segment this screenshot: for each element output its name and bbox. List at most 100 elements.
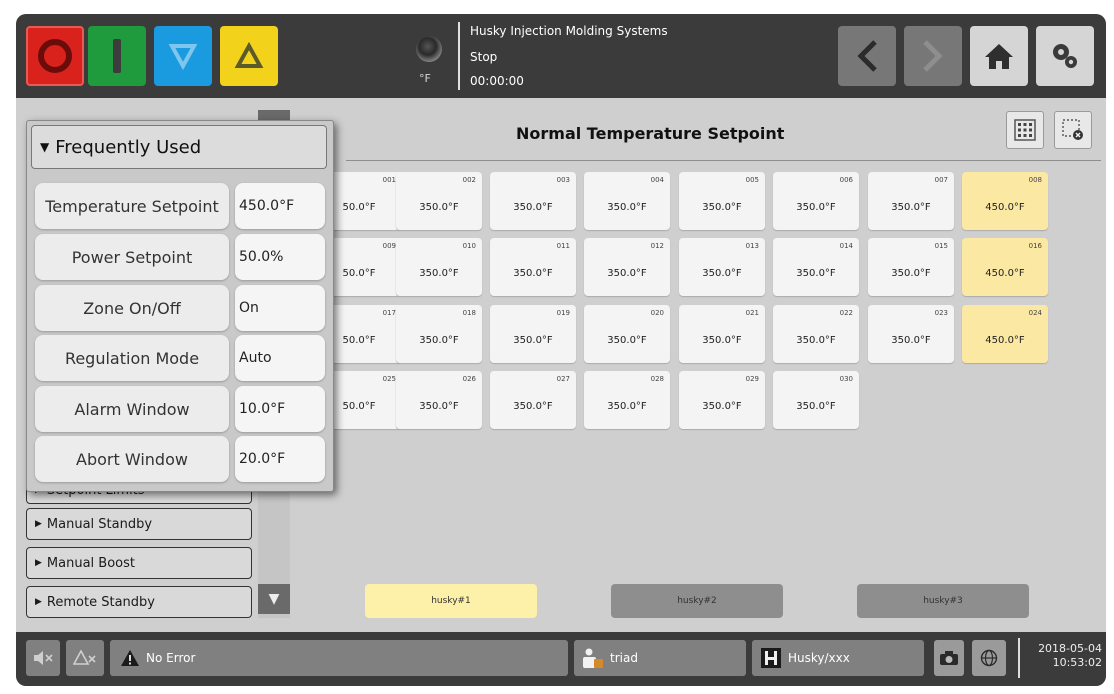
zone-number: 027 xyxy=(556,375,570,383)
zone-tile[interactable]: 008 450.0°F xyxy=(962,172,1048,230)
popup-header[interactable]: ▼ Frequently Used xyxy=(31,125,327,169)
triangle-right-icon: ▶ xyxy=(35,558,42,568)
zone-number: 009 xyxy=(382,242,396,250)
zone-on-off-value[interactable]: On xyxy=(235,285,325,331)
power-setpoint-value[interactable]: 50.0% xyxy=(235,234,325,280)
home-icon xyxy=(985,44,1013,69)
zone-number: 013 xyxy=(745,242,759,250)
date-text: 2018-05-04 xyxy=(1038,642,1102,655)
back-button[interactable] xyxy=(838,26,896,86)
zone-tile[interactable]: 020 350.0°F xyxy=(584,305,670,363)
zone-tile[interactable]: 022 350.0°F xyxy=(773,305,859,363)
zone-tile[interactable]: 002 350.0°F xyxy=(396,172,482,230)
zone-tile[interactable]: 004 350.0°F xyxy=(584,172,670,230)
zone-tile[interactable]: 019 350.0°F xyxy=(490,305,576,363)
alarm-window-value[interactable]: 10.0°F xyxy=(235,386,325,432)
zone-temperature: 450.0°F xyxy=(985,202,1025,213)
temperature-setpoint-value[interactable]: 450.0°F xyxy=(235,183,325,229)
zone-tile[interactable]: 023 350.0°F xyxy=(868,305,954,363)
abort-window-label[interactable]: Abort Window xyxy=(35,436,229,482)
profile-tab-husky1[interactable]: husky#1 xyxy=(365,584,537,618)
zone-tile[interactable]: 018 350.0°F xyxy=(396,305,482,363)
triangle-right-icon: ▶ xyxy=(35,519,42,529)
stop-button[interactable] xyxy=(26,26,84,86)
zone-tile[interactable]: 006 350.0°F xyxy=(773,172,859,230)
user-field[interactable]: triad xyxy=(574,640,746,676)
profile-tab-husky3[interactable]: husky#3 xyxy=(857,584,1029,618)
mute-button[interactable] xyxy=(26,640,60,676)
power-setpoint-label[interactable]: Power Setpoint xyxy=(35,234,229,280)
header-divider xyxy=(346,160,1101,161)
zone-temperature: 350.0°F xyxy=(419,202,459,213)
triangle-right-icon: ▶ xyxy=(35,597,42,607)
sidebar-item-remote-standby[interactable]: ▶ Remote Standby xyxy=(26,586,252,618)
zone-tile[interactable]: 010 350.0°F xyxy=(396,238,482,296)
zone-tile[interactable]: 030 350.0°F xyxy=(773,371,859,429)
scroll-down-button[interactable]: ▼ xyxy=(258,584,290,614)
settings-button[interactable] xyxy=(1036,26,1094,86)
zone-tile[interactable]: 005 350.0°F xyxy=(679,172,765,230)
chevron-right-icon xyxy=(923,40,943,72)
language-button[interactable] xyxy=(972,640,1006,676)
zone-tile[interactable]: 028 350.0°F xyxy=(584,371,670,429)
zone-number: 005 xyxy=(745,176,759,184)
zone-tile[interactable]: 027 350.0°F xyxy=(490,371,576,429)
zone-tile[interactable]: 012 350.0°F xyxy=(584,238,670,296)
zone-tile[interactable]: 021 350.0°F xyxy=(679,305,765,363)
gears-icon xyxy=(1053,44,1077,68)
zone-temperature: 350.0°F xyxy=(702,202,742,213)
temperature-setpoint-label[interactable]: Temperature Setpoint xyxy=(35,183,229,229)
grid-view-button[interactable] xyxy=(1006,111,1044,149)
speaker-mute-icon xyxy=(34,651,53,665)
alarm-status-text: No Error xyxy=(146,651,196,665)
deselect-button[interactable] xyxy=(1054,111,1092,149)
increase-button[interactable] xyxy=(220,26,278,86)
start-icon xyxy=(113,39,121,73)
zone-tile[interactable]: 011 350.0°F xyxy=(490,238,576,296)
alarm-window-label[interactable]: Alarm Window xyxy=(35,386,229,432)
mold-field[interactable]: Husky/xxx xyxy=(752,640,924,676)
zone-temperature: 350.0°F xyxy=(891,268,931,279)
regulation-mode-value[interactable]: Auto xyxy=(235,335,325,381)
zone-number: 021 xyxy=(745,309,759,317)
alarm-reset-button[interactable] xyxy=(66,640,104,676)
forward-button[interactable] xyxy=(904,26,962,86)
zone-tile[interactable]: 016 450.0°F xyxy=(962,238,1048,296)
zone-number: 011 xyxy=(556,242,570,250)
zone-tile[interactable]: 014 350.0°F xyxy=(773,238,859,296)
home-button[interactable] xyxy=(970,26,1028,86)
sidebar-item-manual-boost[interactable]: ▶ Manual Boost xyxy=(26,547,252,579)
zone-tile[interactable]: 003 350.0°F xyxy=(490,172,576,230)
zone-number: 001 xyxy=(382,176,396,184)
top-bar: °F Husky Injection Molding Systems Stop … xyxy=(16,14,1106,98)
app-frame: °F Husky Injection Molding Systems Stop … xyxy=(16,14,1106,686)
zone-tile[interactable]: 007 350.0°F xyxy=(868,172,954,230)
popup-title: Frequently Used xyxy=(55,136,202,158)
zone-number: 002 xyxy=(462,176,476,184)
decrease-button[interactable] xyxy=(154,26,212,86)
zone-tile[interactable]: 024 450.0°F xyxy=(962,305,1048,363)
start-button[interactable] xyxy=(88,26,146,86)
zone-number: 028 xyxy=(650,375,664,383)
zone-tile[interactable]: 026 350.0°F xyxy=(396,371,482,429)
time-text: 10:53:02 xyxy=(1052,656,1102,669)
sidebar-item-manual-standby[interactable]: ▶ Manual Standby xyxy=(26,508,252,540)
zone-tile[interactable]: 029 350.0°F xyxy=(679,371,765,429)
profile-tab-husky2[interactable]: husky#2 xyxy=(611,584,783,618)
abort-window-value[interactable]: 20.0°F xyxy=(235,436,325,482)
zone-number: 024 xyxy=(1028,309,1042,317)
zone-temperature: 350.0°F xyxy=(419,335,459,346)
zone-number: 019 xyxy=(556,309,570,317)
zone-tile[interactable]: 015 350.0°F xyxy=(868,238,954,296)
zone-temperature: 350.0°F xyxy=(891,335,931,346)
zone-on-off-label[interactable]: Zone On/Off xyxy=(35,285,229,331)
zone-tile[interactable]: 013 350.0°F xyxy=(679,238,765,296)
zone-temperature: 350.0°F xyxy=(607,335,647,346)
zone-number: 012 xyxy=(650,242,664,250)
zone-temperature: 350.0°F xyxy=(513,202,553,213)
alarm-status-field[interactable]: No Error xyxy=(110,640,568,676)
zone-temperature: 350.0°F xyxy=(607,202,647,213)
regulation-mode-label[interactable]: Regulation Mode xyxy=(35,335,229,381)
screenshot-button[interactable] xyxy=(934,640,964,676)
mold-name: Husky/xxx xyxy=(788,651,850,665)
